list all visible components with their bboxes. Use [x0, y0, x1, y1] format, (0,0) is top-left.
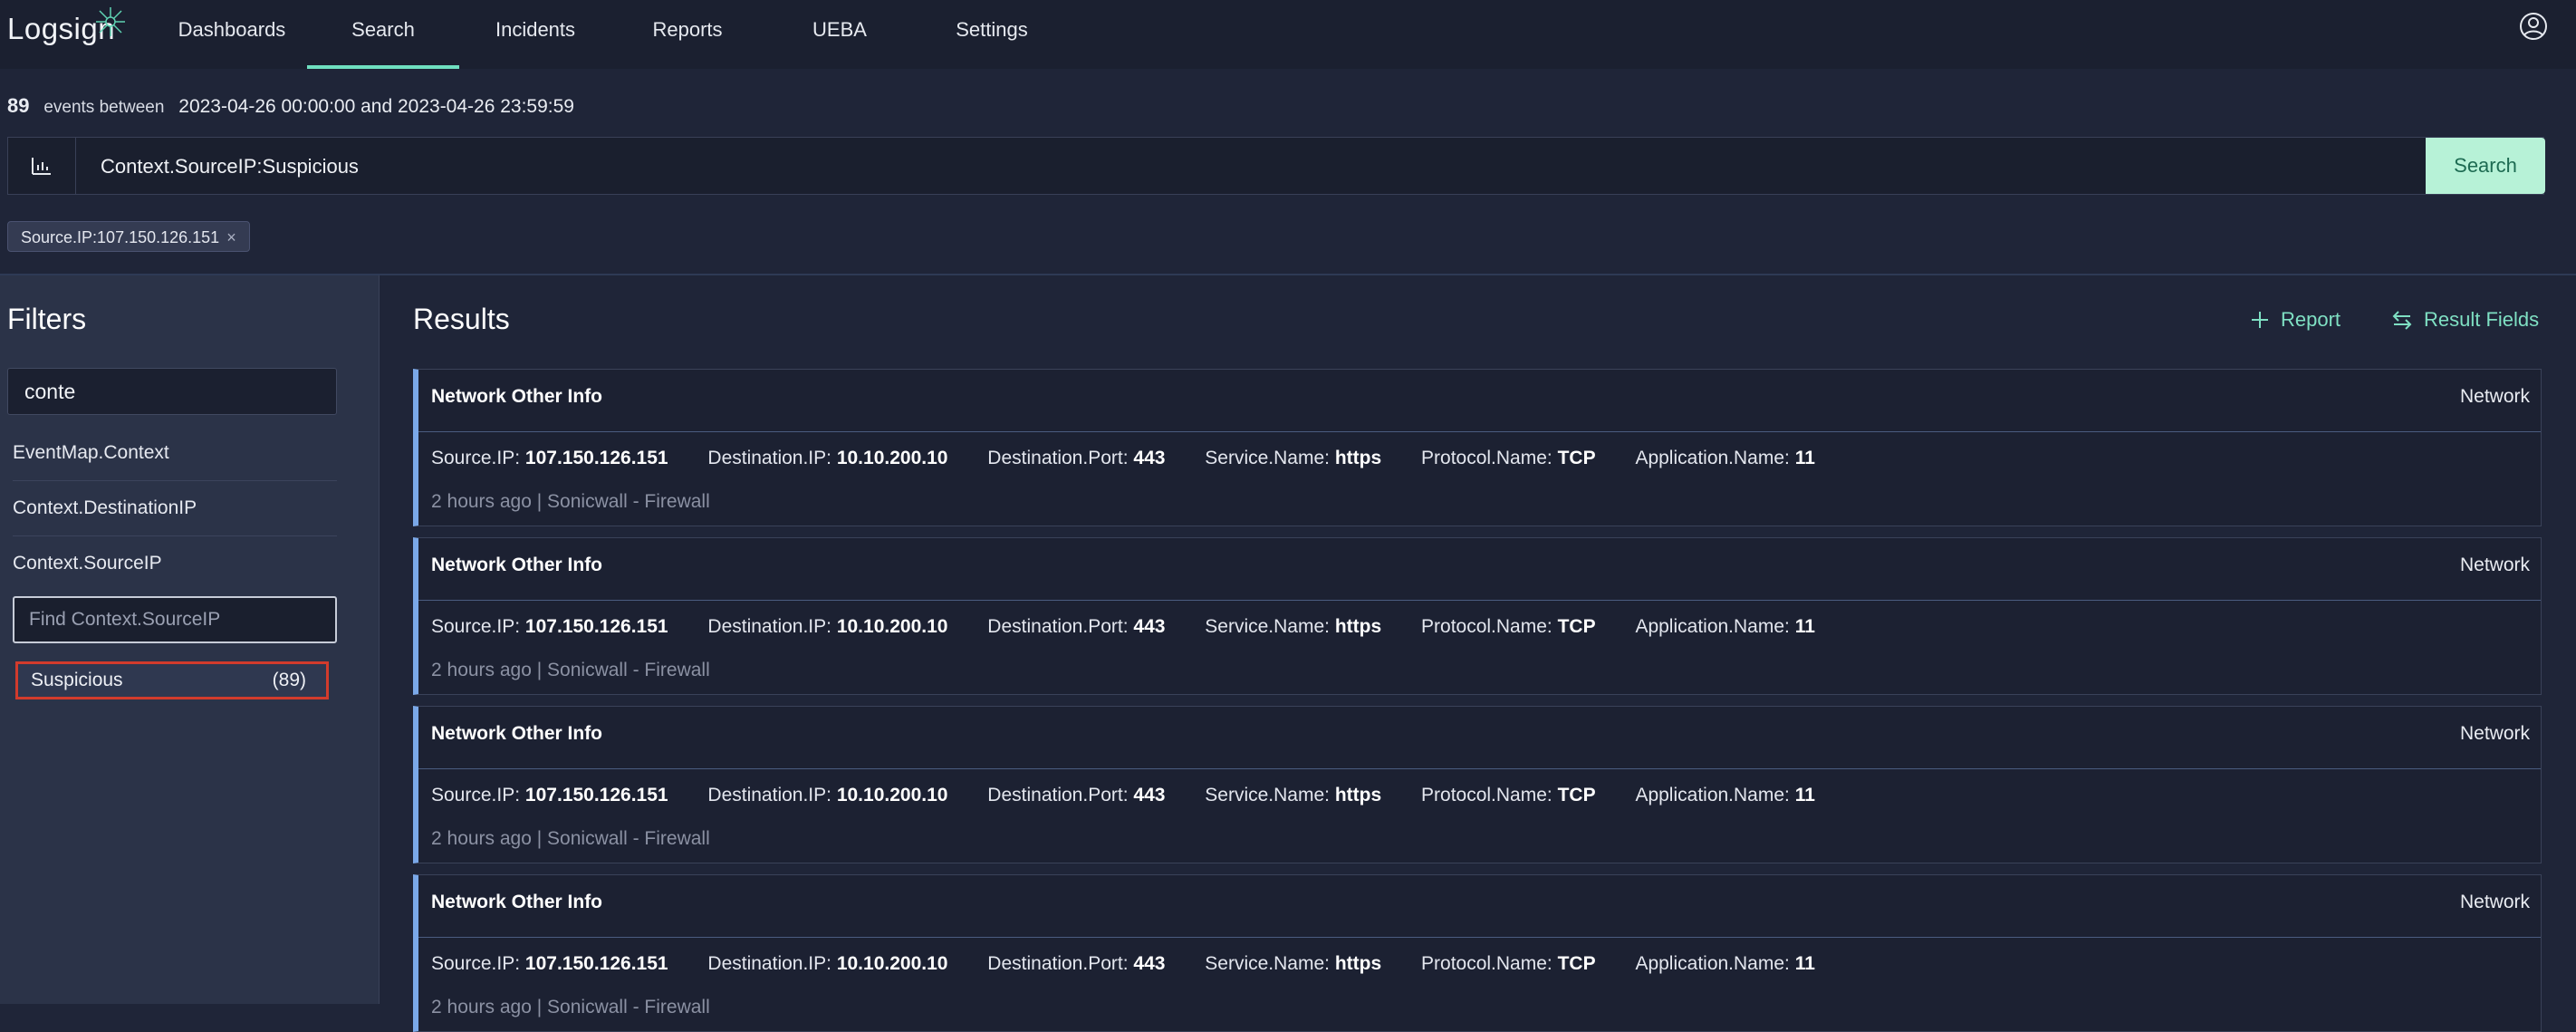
plus-icon [2252, 312, 2268, 328]
swap-arrows-icon [2392, 311, 2412, 330]
field-destination-port[interactable]: Destination.Port: 443 [987, 785, 1165, 806]
top-navigation: Logsign Dashboards Search Incidents Repo… [0, 0, 2576, 69]
card-category: Network [2459, 555, 2530, 575]
field-destination-ip[interactable]: Destination.IP: 10.10.200.10 [707, 785, 947, 806]
results-title: Results [413, 303, 510, 335]
card-header: Network Other Info Network [418, 538, 2541, 601]
card-category: Network [2459, 892, 2530, 912]
field-protocol-name[interactable]: Protocol.Name: TCP [1421, 785, 1596, 806]
logo-network-icon [96, 7, 125, 36]
field-source-ip[interactable]: Source.IP: 107.150.126.151 [431, 785, 668, 806]
card-fields: Source.IP: 107.150.126.151 Destination.I… [431, 785, 1850, 806]
nav-ueba[interactable]: UEBA [772, 0, 908, 69]
report-button[interactable]: Report [2250, 308, 2341, 332]
nav-incidents[interactable]: Incidents [467, 0, 603, 69]
search-button[interactable]: Search [2426, 138, 2545, 194]
nav-reports[interactable]: Reports [612, 0, 763, 69]
card-title: Network Other Info [431, 386, 603, 407]
active-filter-chip[interactable]: Source.IP:107.150.126.151 × [7, 221, 250, 252]
chip-label: Source.IP:107.150.126.151 [21, 228, 220, 246]
filter-value-label: Suspicious [31, 670, 123, 690]
card-fields: Source.IP: 107.150.126.151 Destination.I… [431, 953, 1850, 975]
field-application-name[interactable]: Application.Name: 11 [1635, 448, 1814, 469]
card-fields: Source.IP: 107.150.126.151 Destination.I… [431, 616, 1850, 638]
card-meta: 2 hours ago | Sonicwall - Firewall [431, 491, 710, 512]
bar-chart-icon [32, 158, 51, 175]
filter-search-input[interactable] [7, 368, 337, 415]
filters-title: Filters [7, 303, 87, 335]
user-account-icon[interactable] [2518, 11, 2549, 42]
query-input[interactable] [99, 138, 2412, 196]
event-count: 89 [7, 94, 30, 117]
nav-settings[interactable]: Settings [917, 0, 1067, 69]
field-destination-port[interactable]: Destination.Port: 443 [987, 953, 1165, 975]
filter-field-context-sourceip[interactable]: Context.SourceIP [13, 536, 337, 591]
field-service-name[interactable]: Service.Name: https [1205, 448, 1381, 469]
result-card[interactable]: Network Other Info Network Source.IP: 10… [413, 706, 2542, 863]
card-fields: Source.IP: 107.150.126.151 Destination.I… [431, 448, 1850, 469]
nav-dashboards[interactable]: Dashboards [165, 0, 299, 69]
card-header: Network Other Info Network [418, 875, 2541, 938]
result-card[interactable]: Network Other Info Network Source.IP: 10… [413, 874, 2542, 1032]
filter-field-context-destinationip[interactable]: Context.DestinationIP [13, 481, 337, 536]
field-destination-port[interactable]: Destination.Port: 443 [987, 616, 1165, 638]
logsign-logo[interactable]: Logsign [7, 7, 125, 47]
result-card[interactable]: Network Other Info Network Source.IP: 10… [413, 537, 2542, 695]
field-service-name[interactable]: Service.Name: https [1205, 785, 1381, 806]
query-bar: Search [7, 137, 2545, 196]
field-service-name[interactable]: Service.Name: https [1205, 953, 1381, 975]
chip-remove-icon[interactable]: × [226, 228, 236, 246]
filter-value-suspicious[interactable]: Suspicious (89) [15, 661, 329, 699]
section-divider [0, 274, 2576, 275]
field-protocol-name[interactable]: Protocol.Name: TCP [1421, 616, 1596, 638]
field-source-ip[interactable]: Source.IP: 107.150.126.151 [431, 953, 668, 975]
filter-field-eventmap-context[interactable]: EventMap.Context [13, 426, 337, 481]
card-category: Network [2459, 386, 2530, 407]
filter-value-count: (89) [272, 670, 306, 690]
report-button-label: Report [2281, 308, 2341, 331]
result-fields-button[interactable]: Result Fields [2391, 308, 2539, 332]
card-title: Network Other Info [431, 723, 603, 744]
field-destination-ip[interactable]: Destination.IP: 10.10.200.10 [707, 953, 947, 975]
field-protocol-name[interactable]: Protocol.Name: TCP [1421, 448, 1596, 469]
field-service-name[interactable]: Service.Name: https [1205, 616, 1381, 638]
card-category: Network [2459, 723, 2530, 744]
field-application-name[interactable]: Application.Name: 11 [1635, 616, 1814, 638]
chart-toggle-button[interactable] [8, 138, 76, 194]
field-source-ip[interactable]: Source.IP: 107.150.126.151 [431, 616, 668, 638]
card-title: Network Other Info [431, 892, 603, 912]
field-destination-port[interactable]: Destination.Port: 443 [987, 448, 1165, 469]
result-fields-label: Result Fields [2424, 308, 2540, 331]
field-application-name[interactable]: Application.Name: 11 [1635, 953, 1814, 975]
card-title: Network Other Info [431, 555, 603, 575]
card-header: Network Other Info Network [418, 370, 2541, 432]
field-protocol-name[interactable]: Protocol.Name: TCP [1421, 953, 1596, 975]
result-card[interactable]: Network Other Info Network Source.IP: 10… [413, 369, 2542, 526]
card-meta: 2 hours ago | Sonicwall - Firewall [431, 997, 710, 1018]
field-application-name[interactable]: Application.Name: 11 [1635, 785, 1814, 806]
nav-search[interactable]: Search [307, 0, 459, 69]
time-range[interactable]: 2023-04-26 00:00:00 and 2023-04-26 23:59… [178, 96, 574, 117]
field-source-ip[interactable]: Source.IP: 107.150.126.151 [431, 448, 668, 469]
event-count-label: events between [43, 98, 165, 117]
field-destination-ip[interactable]: Destination.IP: 10.10.200.10 [707, 448, 947, 469]
event-count-summary: 89 events between 2023-04-26 00:00:00 an… [7, 94, 574, 118]
card-meta: 2 hours ago | Sonicwall - Firewall [431, 660, 710, 680]
card-header: Network Other Info Network [418, 707, 2541, 769]
field-destination-ip[interactable]: Destination.IP: 10.10.200.10 [707, 616, 947, 638]
find-field-value-input[interactable] [13, 596, 337, 643]
card-meta: 2 hours ago | Sonicwall - Firewall [431, 828, 710, 849]
filters-sidebar: Filters EventMap.Context Context.Destina… [0, 275, 380, 1004]
